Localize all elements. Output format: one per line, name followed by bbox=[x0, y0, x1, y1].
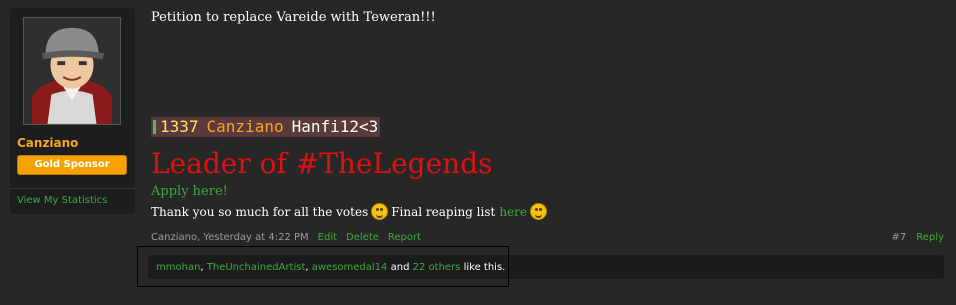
post-number[interactable]: #7 bbox=[892, 232, 907, 243]
signal-bar-icon bbox=[153, 120, 156, 134]
smiley-icon bbox=[371, 203, 389, 220]
user-panel: Canziano Gold Sponsor View My Statistics bbox=[10, 8, 135, 214]
signature-leader-text: Leader of #TheLegends bbox=[151, 147, 493, 180]
post-meta-right: #7 Reply bbox=[892, 232, 944, 243]
likes-highlight-outline bbox=[137, 246, 509, 287]
post-time[interactable]: Yesterday at 4:22 PM bbox=[203, 232, 308, 243]
post-meta: Canziano, Yesterday at 4:22 PM Edit Dele… bbox=[151, 232, 421, 243]
delete-link[interactable]: Delete bbox=[346, 232, 379, 243]
reply-link[interactable]: Reply bbox=[916, 232, 944, 243]
view-statistics-link[interactable]: View My Statistics bbox=[10, 188, 135, 214]
signature-apply-link[interactable]: Apply here! bbox=[151, 184, 228, 199]
smiley-icon bbox=[530, 203, 547, 220]
post-message: Petition to replace Vareide with Teweran… bbox=[151, 10, 436, 25]
avatar-image bbox=[24, 18, 120, 124]
reaping-text: Final reaping list bbox=[391, 204, 496, 219]
avatar[interactable] bbox=[23, 17, 121, 125]
signature-tag: Hanfi12<3 bbox=[291, 117, 379, 136]
thanks-text: Thank you so much for all the votes bbox=[151, 204, 369, 219]
sponsor-badge: Gold Sponsor bbox=[17, 155, 127, 175]
post-author[interactable]: Canziano bbox=[151, 232, 197, 243]
signature-minecraft-banner: 1337 Canziano Hanfi12<3 bbox=[151, 117, 381, 137]
signature-thanks-line: Thank you so much for all the votes Fina… bbox=[151, 203, 550, 220]
report-link[interactable]: Report bbox=[388, 232, 421, 243]
signature-level: 1337 bbox=[160, 117, 199, 136]
username[interactable]: Canziano bbox=[17, 136, 78, 150]
reaping-list-link[interactable]: here bbox=[499, 205, 527, 219]
signature-name: Canziano bbox=[206, 117, 284, 136]
edit-link[interactable]: Edit bbox=[318, 232, 337, 243]
